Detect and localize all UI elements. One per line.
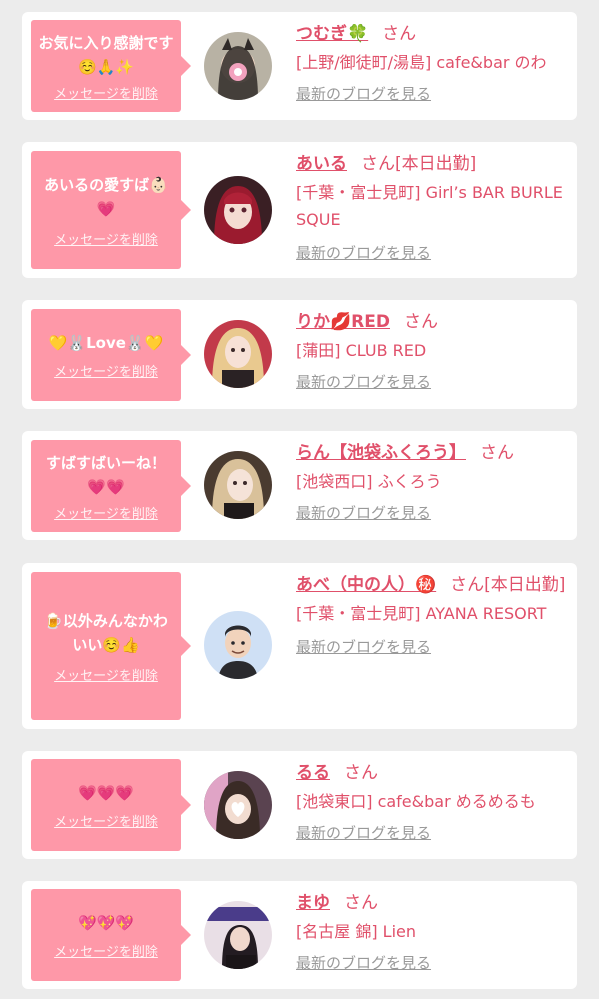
list-item: 💗💗💗 メッセージを削除 るる さん [池袋東口] cafe&bar めるめるも … xyxy=(22,751,577,859)
cast-name-link[interactable]: りか💋RED xyxy=(296,312,390,332)
delete-message-link[interactable]: メッセージを削除 xyxy=(54,503,158,522)
honorific: さん xyxy=(403,312,438,332)
cast-info: らん【池袋ふくろう】 さん [池袋西口] ふくろう 最新のブログを見る xyxy=(296,439,568,525)
man-cartoon-avatar-icon[interactable] xyxy=(204,611,272,679)
cast-info: つむぎ🍀 さん [上野/御徒町/湯島] cafe&bar のわ 最新のブログを見る xyxy=(296,20,568,106)
girl-blonde-avatar-icon[interactable] xyxy=(204,320,272,388)
cast-name-link[interactable]: つむぎ🍀 xyxy=(296,24,368,44)
list-item: あいるの愛すば👶🏻💗 メッセージを削除 あいる さん[本日出勤] [千葉・富士見町… xyxy=(22,142,577,278)
latest-blog-link[interactable]: 最新のブログを見る xyxy=(296,370,431,394)
cast-name-link[interactable]: あべ（中の人）㊙️ xyxy=(296,575,436,595)
list-item: 💛🐰Love🐰💛 メッセージを削除 りか💋RED さん [蒲田] CLUB RED… xyxy=(22,300,577,409)
cast-info: あいる さん[本日出勤] [千葉・富士見町] Girl’s BAR BURLESQ… xyxy=(296,150,568,265)
cast-info: あべ（中の人）㊙️ さん[本日出勤] [千葉・富士見町] AYANA RESORT… xyxy=(296,571,568,659)
shop-text: [上野/御徒町/湯島] cafe&bar のわ xyxy=(296,53,547,72)
cast-info: りか💋RED さん [蒲田] CLUB RED 最新のブログを見る xyxy=(296,308,568,394)
list-item: すばすばいーね！💗💗 メッセージを削除 らん【池袋ふくろう】 さん [池袋西口] … xyxy=(22,431,577,540)
latest-blog-link[interactable]: 最新のブログを見る xyxy=(296,241,431,265)
message-bubble: 💖💖💖 メッセージを削除 xyxy=(31,889,191,981)
delete-message-link[interactable]: メッセージを削除 xyxy=(54,665,158,684)
cast-info: まゆ さん [名古屋 錦] Lien 最新のブログを見る xyxy=(296,889,568,975)
cast-name-link[interactable]: あいる xyxy=(296,154,347,174)
cast-info: るる さん [池袋東口] cafe&bar めるめるも 最新のブログを見る xyxy=(296,759,568,845)
girl-heart-face-avatar-icon[interactable] xyxy=(204,771,272,839)
list-item: 💖💖💖 メッセージを削除 まゆ さん [名古屋 錦] Lien 最新のブログを見る xyxy=(22,881,577,989)
shop-text: [蒲田] CLUB RED xyxy=(296,341,427,360)
shop-text: [千葉・富士見町] AYANA RESORT xyxy=(296,604,547,623)
name-line: まゆ さん xyxy=(296,889,568,917)
honorific: さん xyxy=(480,443,514,463)
honorific: さん xyxy=(382,24,417,44)
girl-lien-logo-avatar-icon[interactable] xyxy=(204,901,272,969)
status-text: [本日出勤] xyxy=(484,575,566,595)
name-line: りか💋RED さん xyxy=(296,308,568,336)
message-text: お気に入り感謝です☺️🙏✨ xyxy=(38,33,174,76)
honorific: さん xyxy=(450,575,485,595)
delete-message-link[interactable]: メッセージを削除 xyxy=(54,229,158,248)
list-item: 🍺以外みんなかわいい☺️👍 メッセージを削除 あべ（中の人）㊙️ さん[本日出勤]… xyxy=(22,563,577,729)
message-text: 💖💖💖 xyxy=(77,913,135,932)
name-line: らん【池袋ふくろう】 さん xyxy=(296,439,568,467)
shop-text: [名古屋 錦] Lien xyxy=(296,922,417,941)
latest-blog-link[interactable]: 最新のブログを見る xyxy=(296,635,431,659)
message-text: 🍺以外みんなかわいい☺️👍 xyxy=(44,611,168,654)
message-text: あいるの愛すば👶🏻💗 xyxy=(44,175,168,218)
list-item: お気に入り感謝です☺️🙏✨ メッセージを削除 つむぎ🍀 さん [上野/御徒町/湯島… xyxy=(22,12,577,120)
latest-blog-link[interactable]: 最新のブログを見る xyxy=(296,82,431,106)
girl-light-hair-avatar-icon[interactable] xyxy=(204,451,272,519)
latest-blog-link[interactable]: 最新のブログを見る xyxy=(296,501,431,525)
status-text: [本日出勤] xyxy=(395,154,477,174)
message-bubble: 💗💗💗 メッセージを削除 xyxy=(31,759,191,851)
cast-name-link[interactable]: るる xyxy=(296,763,330,783)
honorific: さん xyxy=(344,763,378,783)
name-line: つむぎ🍀 さん xyxy=(296,20,568,48)
delete-message-link[interactable]: メッセージを削除 xyxy=(54,83,158,102)
delete-message-link[interactable]: メッセージを削除 xyxy=(54,811,158,830)
latest-blog-link[interactable]: 最新のブログを見る xyxy=(296,821,431,845)
message-bubble: すばすばいーね！💗💗 メッセージを削除 xyxy=(31,440,191,532)
cast-name-link[interactable]: らん【池袋ふくろう】 xyxy=(296,443,466,463)
shop-text: [千葉・富士見町] Girl’s BAR BURLESQUE xyxy=(296,183,563,229)
name-line: るる さん xyxy=(296,759,568,787)
message-bubble: お気に入り感謝です☺️🙏✨ メッセージを削除 xyxy=(31,20,191,112)
girl-red-hair-avatar-icon[interactable] xyxy=(204,176,272,244)
name-line: あべ（中の人）㊙️ さん[本日出勤] xyxy=(296,571,568,599)
message-text: すばすばいーね！💗💗 xyxy=(45,453,166,496)
message-text: 💛🐰Love🐰💛 xyxy=(48,333,164,352)
shop-text: [池袋東口] cafe&bar めるめるも xyxy=(296,792,536,811)
name-line: あいる さん[本日出勤] xyxy=(296,150,568,178)
latest-blog-link[interactable]: 最新のブログを見る xyxy=(296,951,431,975)
message-text: 💗💗💗 xyxy=(77,783,135,802)
message-bubble: 🍺以外みんなかわいい☺️👍 メッセージを削除 xyxy=(31,572,191,720)
delete-message-link[interactable]: メッセージを削除 xyxy=(54,361,158,380)
girl-with-cat-ears-avatar-icon[interactable] xyxy=(204,32,272,100)
message-bubble: 💛🐰Love🐰💛 メッセージを削除 xyxy=(31,309,191,401)
message-bubble: あいるの愛すば👶🏻💗 メッセージを削除 xyxy=(31,151,191,269)
delete-message-link[interactable]: メッセージを削除 xyxy=(54,941,158,960)
honorific: さん xyxy=(361,154,395,174)
shop-text: [池袋西口] ふくろう xyxy=(296,472,442,491)
cast-name-link[interactable]: まゆ xyxy=(296,893,330,913)
honorific: さん xyxy=(344,893,378,913)
